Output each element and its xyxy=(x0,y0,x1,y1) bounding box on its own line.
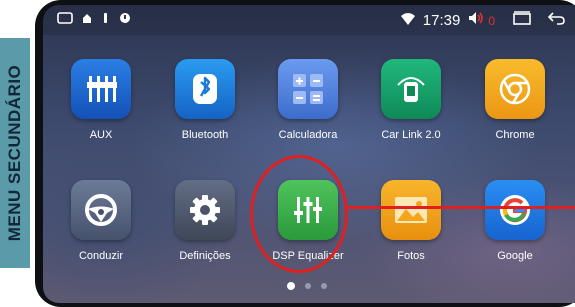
app-aux[interactable]: AUX xyxy=(56,59,146,141)
highlight-circle xyxy=(250,155,348,273)
page-dot-3[interactable] xyxy=(321,283,327,289)
app-label: Bluetooth xyxy=(181,129,229,141)
page-indicator xyxy=(287,282,327,290)
app-fotos[interactable]: Fotos xyxy=(366,180,456,262)
calculator-icon xyxy=(278,59,338,119)
aux-sliders-icon xyxy=(71,59,131,119)
cast-icon xyxy=(101,11,111,29)
status-bar: 17:39 0 xyxy=(43,5,575,35)
app-label: Conduzir xyxy=(78,250,124,262)
app-label: Chrome xyxy=(495,129,535,141)
alert-icon xyxy=(119,11,131,29)
clock: 17:39 xyxy=(422,12,461,29)
app-google[interactable]: Google xyxy=(470,180,560,262)
app-definicoes[interactable]: Definições xyxy=(160,180,250,262)
app-label: Car Link 2.0 xyxy=(381,129,441,141)
app-car-link[interactable]: Car Link 2.0 xyxy=(366,59,456,141)
highlight-pointer-line xyxy=(345,206,575,209)
app-label: Google xyxy=(497,250,533,262)
app-label: AUX xyxy=(89,129,113,141)
android-icon xyxy=(81,11,93,29)
volume-icon[interactable] xyxy=(468,11,484,30)
side-menu-label: MENU SECUNDÁRIO xyxy=(0,38,30,268)
steering-wheel-icon xyxy=(71,180,131,240)
gear-icon xyxy=(175,180,235,240)
bluetooth-icon xyxy=(175,59,235,119)
chrome-icon xyxy=(485,59,545,119)
car-link-icon xyxy=(381,59,441,119)
side-menu-label-text: MENU SECUNDÁRIO xyxy=(5,64,24,242)
page-dot-1[interactable] xyxy=(287,282,295,290)
google-icon xyxy=(485,180,545,240)
back-icon[interactable] xyxy=(547,11,565,30)
app-conduzir[interactable]: Conduzir xyxy=(56,180,146,262)
wifi-icon xyxy=(400,12,415,30)
app-chrome[interactable]: Chrome xyxy=(470,59,560,141)
home-outline-icon[interactable] xyxy=(57,11,73,29)
app-label: Definições xyxy=(179,250,231,262)
page-dot-2[interactable] xyxy=(305,283,311,289)
app-label: Fotos xyxy=(397,250,425,262)
app-label: Calculadora xyxy=(278,129,338,141)
app-calculator[interactable]: Calculadora xyxy=(263,59,353,141)
volume-level: 0 xyxy=(488,13,495,28)
app-bluetooth[interactable]: Bluetooth xyxy=(160,59,250,141)
photos-icon xyxy=(381,180,441,240)
recent-apps-icon[interactable] xyxy=(513,11,531,30)
